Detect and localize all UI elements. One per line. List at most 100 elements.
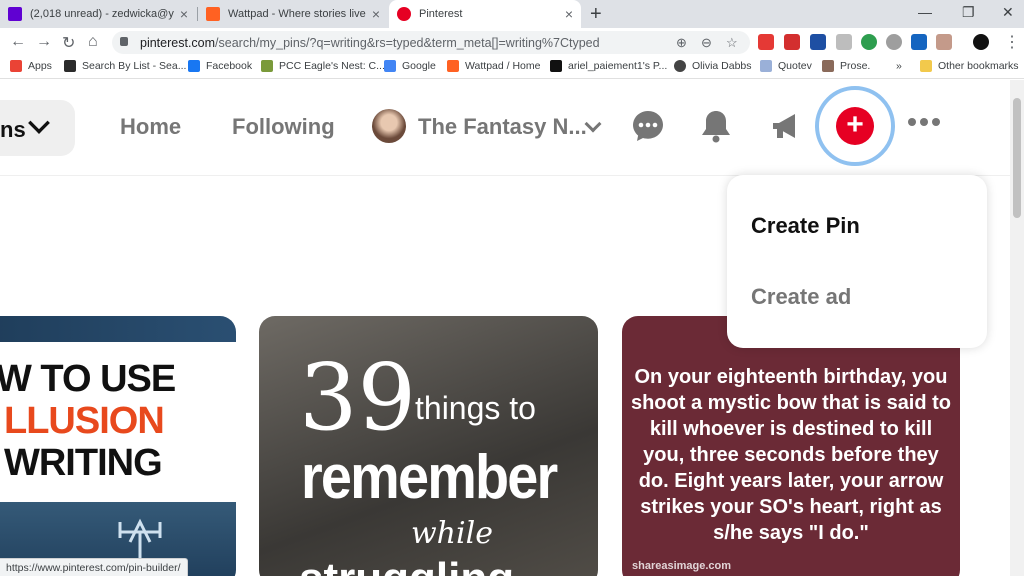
board-avatar[interactable] xyxy=(372,109,406,143)
pin-watermark: shareasimage.com xyxy=(632,560,732,572)
pin-card[interactable]: On your eighteenth birthday, you shoot a… xyxy=(622,316,960,576)
chevron-down-icon[interactable] xyxy=(584,115,602,133)
tab-title: Wattpad - Where stories live xyxy=(228,8,366,20)
bookmark-item[interactable]: Wattpad / Home xyxy=(447,60,540,72)
minimize-icon[interactable]: — xyxy=(918,4,932,20)
extension-icon[interactable] xyxy=(836,34,852,50)
bookmark-item[interactable]: PCC Eagle's Nest: C... xyxy=(261,60,385,72)
pin-text-line: LLUSION xyxy=(4,400,165,442)
tab-pinterest[interactable]: Pinterest × xyxy=(389,0,581,28)
extension-icon[interactable] xyxy=(911,34,927,50)
browser-tab-strip: (2,018 unread) - zedwicka@yaho × Wattpad… xyxy=(0,0,1024,28)
chevron-down-icon xyxy=(28,112,50,134)
bookmark-item[interactable]: Olivia Dabbs xyxy=(674,60,752,72)
bookmark-item[interactable]: ariel_paiement1's P... xyxy=(550,60,667,72)
pinterest-icon xyxy=(397,7,411,21)
pin-text-line: while xyxy=(411,516,493,551)
bookmark-item[interactable]: Search By List - Sea... xyxy=(64,60,186,72)
create-pin-option[interactable]: Create Pin xyxy=(751,213,860,239)
profile-avatar-icon[interactable] xyxy=(973,34,989,50)
page-scrollbar[interactable] xyxy=(1010,80,1024,576)
pins-dropdown-label: ns xyxy=(0,117,26,142)
following-link[interactable]: Following xyxy=(232,114,335,140)
pin-image-top xyxy=(0,316,236,342)
pin-quote-text: On your eighteenth birthday, you shoot a… xyxy=(630,366,952,544)
apps-icon xyxy=(10,60,22,72)
more-options-icon[interactable] xyxy=(908,118,940,126)
pin-card[interactable]: W TO USE LLUSION WRITING xyxy=(0,316,236,576)
close-tab-icon[interactable]: × xyxy=(565,6,573,22)
home-icon[interactable]: ⌂ xyxy=(88,33,98,51)
bookmark-label: Apps xyxy=(28,60,52,72)
bookmark-item[interactable]: Facebook xyxy=(188,60,252,72)
forward-icon[interactable]: → xyxy=(36,33,52,51)
add-icon[interactable]: ⊕ xyxy=(676,35,687,51)
scroll-thumb[interactable] xyxy=(1013,98,1021,218)
more-bookmarks-button[interactable]: » xyxy=(896,60,902,72)
zoom-icon[interactable]: ⊖ xyxy=(701,35,712,51)
bookmark-apps[interactable]: Apps xyxy=(10,60,52,72)
wattpad-icon xyxy=(447,60,459,72)
bookmark-icon xyxy=(64,60,76,72)
new-tab-button[interactable]: + xyxy=(590,3,602,26)
back-icon[interactable]: ← xyxy=(10,33,26,51)
tab-wattpad[interactable]: Wattpad - Where stories live × xyxy=(198,0,388,28)
megaphone-icon[interactable] xyxy=(768,108,804,144)
globe-icon xyxy=(674,60,686,72)
pinterest-save-icon[interactable] xyxy=(886,34,902,50)
maximize-icon[interactable]: ❐ xyxy=(962,4,975,21)
pin-card[interactable]: 39 things to remember while struggling xyxy=(259,316,598,576)
folder-icon xyxy=(920,60,932,72)
close-tab-icon[interactable]: × xyxy=(180,6,188,22)
tab-title: Pinterest xyxy=(419,8,463,20)
wattpad-icon xyxy=(206,7,220,21)
create-ad-option[interactable]: Create ad xyxy=(751,284,851,310)
reload-icon[interactable]: ↻ xyxy=(62,33,75,53)
extension-icon[interactable] xyxy=(810,34,826,50)
pin-text-line: things to xyxy=(415,390,536,426)
url-text[interactable]: pinterest.com/search/my_pins/?q=writing&… xyxy=(140,36,600,50)
bookmark-item[interactable]: Quotev xyxy=(760,60,812,72)
pin-text-line: remember xyxy=(301,443,558,512)
pins-dropdown-button[interactable]: ns xyxy=(0,100,75,156)
pdf-icon[interactable] xyxy=(936,34,952,50)
status-url-tooltip: https://www.pinterest.com/pin-builder/ xyxy=(0,558,188,576)
url-path: /search/my_pins/?q=writing&rs=typed&term… xyxy=(215,36,600,50)
bookmark-label: Wattpad / Home xyxy=(465,60,541,72)
home-link[interactable]: Home xyxy=(120,114,181,140)
messages-icon[interactable] xyxy=(630,108,666,144)
menu-icon[interactable]: ⋮ xyxy=(1004,32,1020,52)
quotev-icon xyxy=(760,60,772,72)
bookmark-label: Facebook xyxy=(206,60,253,72)
bookmarks-bar: Apps Search By List - Sea... Facebook PC… xyxy=(0,57,1024,79)
bookmark-label: » xyxy=(896,60,902,72)
bookmark-label: Quotev xyxy=(778,60,812,72)
bookmark-star-icon[interactable]: ☆ xyxy=(726,35,738,51)
yahoo-mail-icon xyxy=(8,7,22,21)
bookmark-icon xyxy=(261,60,273,72)
close-window-icon[interactable]: ✕ xyxy=(1002,4,1014,21)
tab-title: (2,018 unread) - zedwicka@yaho xyxy=(30,8,174,20)
bookmark-item[interactable]: Prose. xyxy=(822,60,870,72)
bookmark-label: Olivia Dabbs xyxy=(692,60,752,72)
extension-icon[interactable] xyxy=(784,34,800,50)
lock-icon xyxy=(120,37,128,46)
close-tab-icon[interactable]: × xyxy=(372,6,380,22)
bookmark-label: Search By List - Sea... xyxy=(82,60,187,72)
grammarly-icon[interactable] xyxy=(861,34,877,50)
bookmark-other[interactable]: Other bookmarks xyxy=(920,60,1019,72)
address-bar[interactable]: pinterest.com/search/my_pins/?q=writing&… xyxy=(112,31,750,54)
google-icon xyxy=(384,60,396,72)
create-plus-button[interactable]: + xyxy=(836,107,874,145)
bookmark-icon xyxy=(822,60,834,72)
bookmark-label: Other bookmarks xyxy=(938,60,1019,72)
pin-text-line: WRITING xyxy=(4,442,163,484)
bookmark-item[interactable]: Google xyxy=(384,60,436,72)
pinterest-page: ns Home Following The Fantasy N... + W T… xyxy=(0,80,1010,576)
adblock-extension-icon[interactable] xyxy=(758,34,774,50)
pin-text-line: W TO USE xyxy=(0,358,176,400)
tab-yahoo-mail[interactable]: (2,018 unread) - zedwicka@yaho × xyxy=(0,0,196,28)
url-host: pinterest.com xyxy=(140,36,216,50)
bell-icon[interactable] xyxy=(698,108,734,144)
board-link[interactable]: The Fantasy N... xyxy=(418,114,587,140)
